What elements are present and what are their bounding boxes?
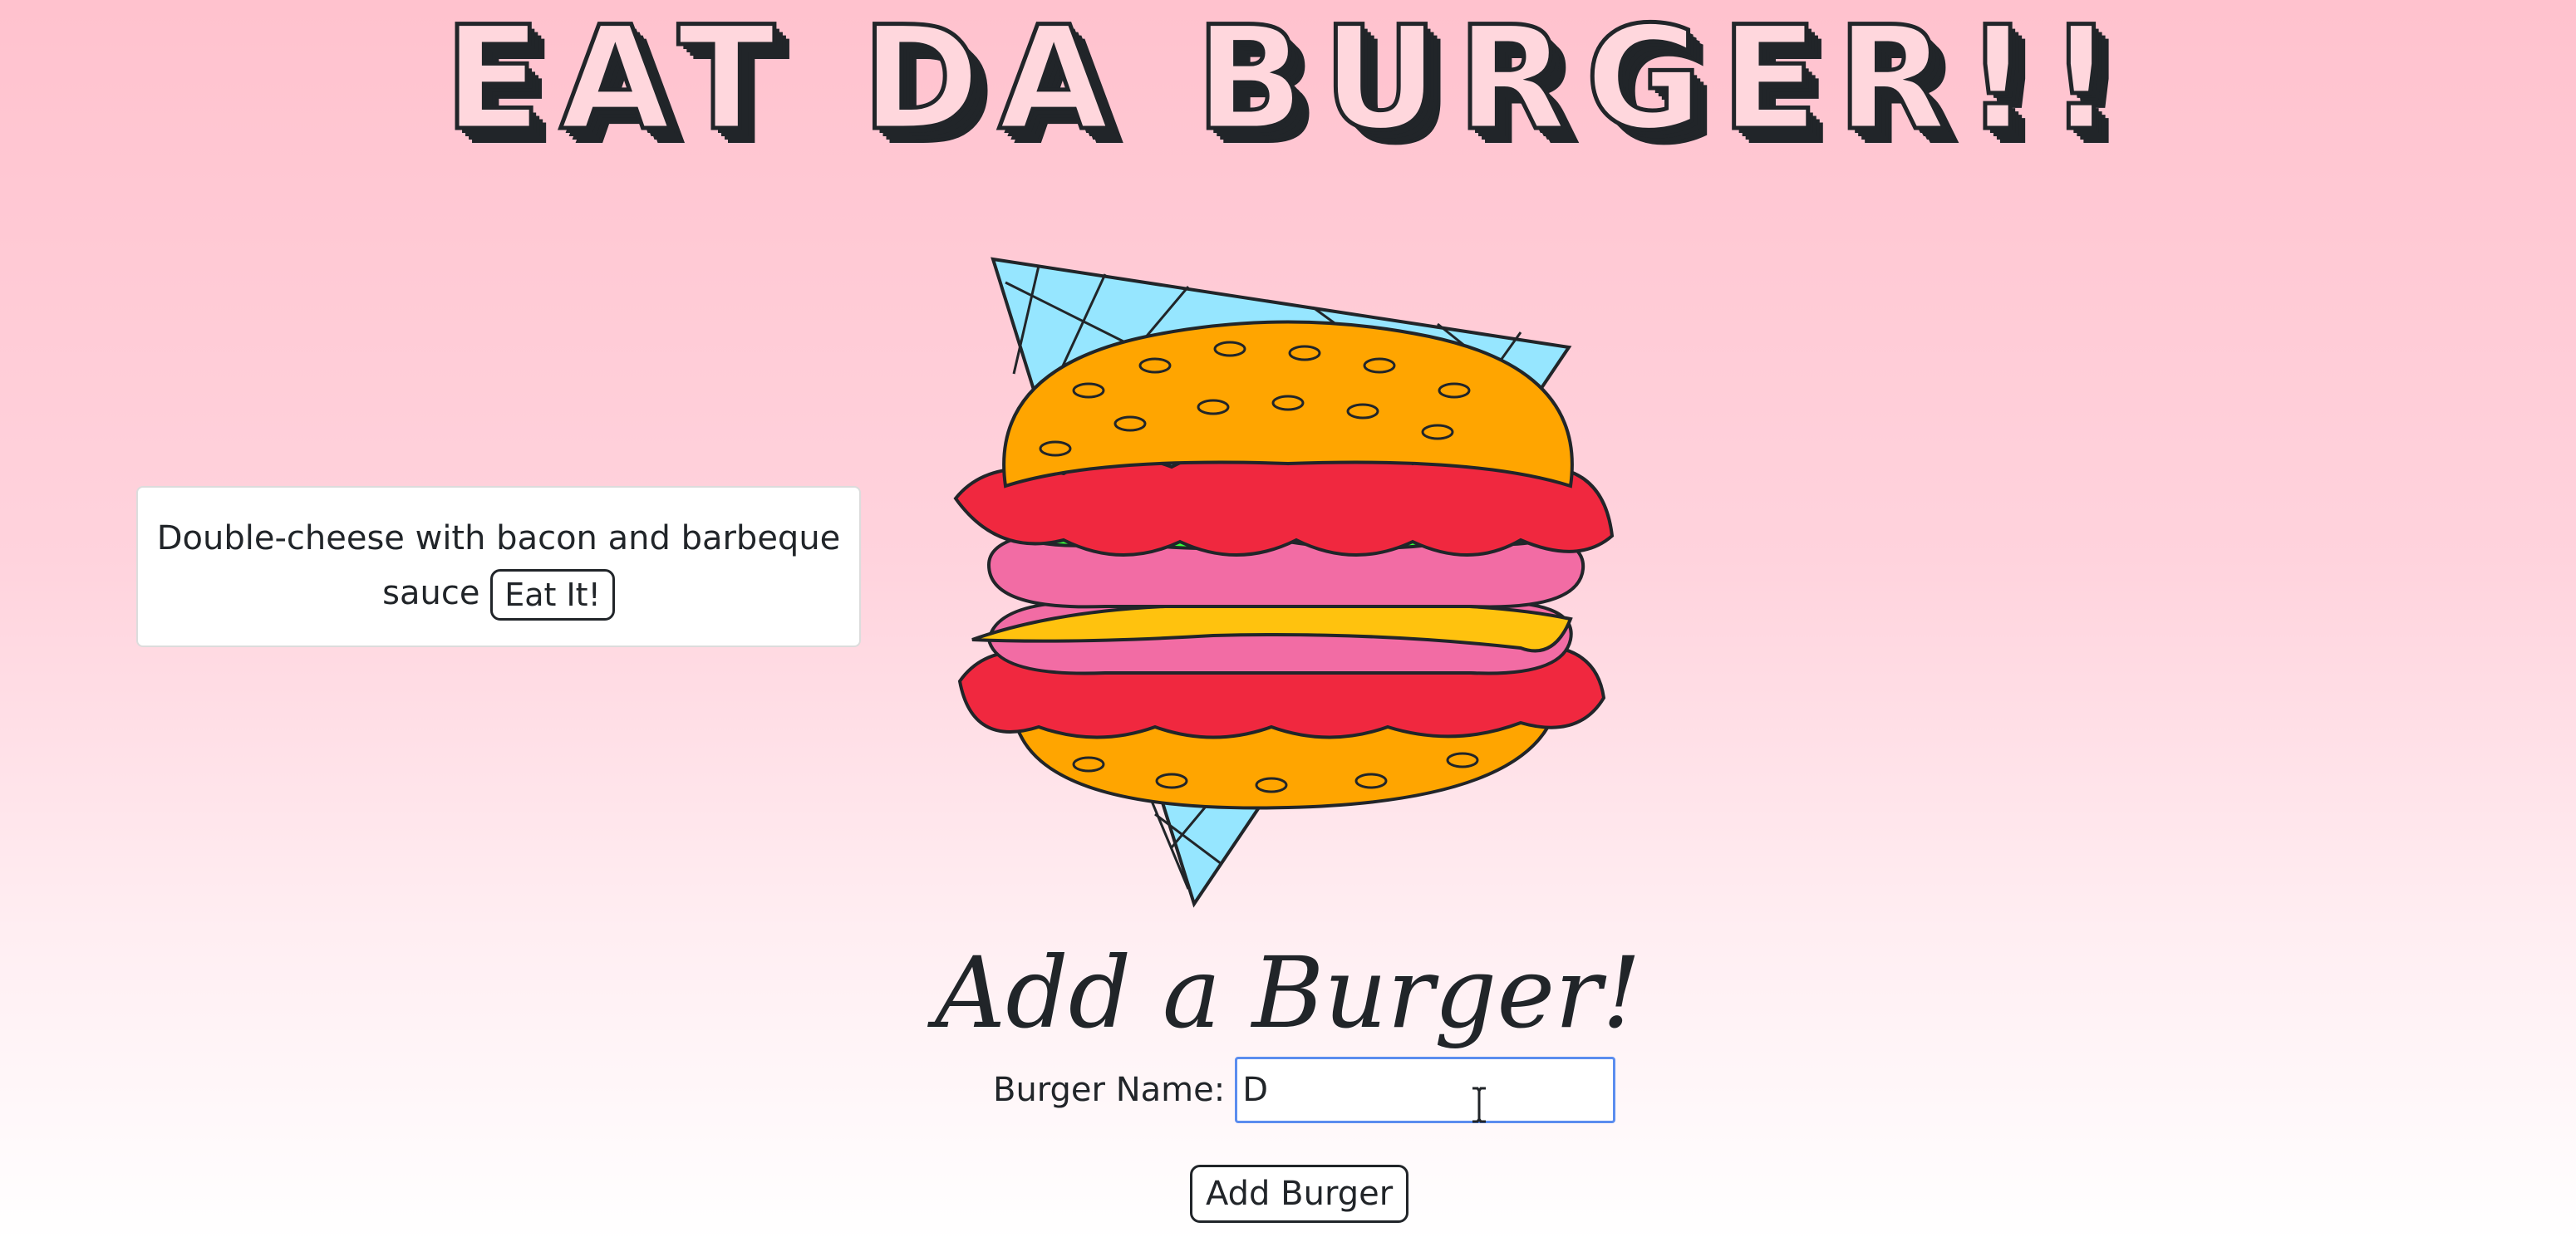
burger-name-line2: sauce bbox=[382, 574, 480, 612]
burger-form: Burger Name: bbox=[993, 1057, 1616, 1123]
add-burger-button[interactable]: Add Burger bbox=[1190, 1165, 1409, 1223]
burger-name-input[interactable] bbox=[1235, 1057, 1616, 1123]
add-burger-heading: Add a Burger! bbox=[935, 935, 1641, 1050]
burger-name-line1: Double-cheese with bacon and barbeque bbox=[156, 519, 841, 557]
burger-name-label: Burger Name: bbox=[993, 1071, 1226, 1109]
eat-it-button[interactable]: Eat It! bbox=[490, 569, 615, 621]
text-cursor-icon bbox=[1472, 1087, 1486, 1123]
burger-list-item: Double-cheese with bacon and barbeque sa… bbox=[136, 486, 861, 647]
burger-illustration bbox=[953, 257, 1615, 908]
page-title: EAT DA BURGER!! bbox=[442, 0, 2132, 162]
